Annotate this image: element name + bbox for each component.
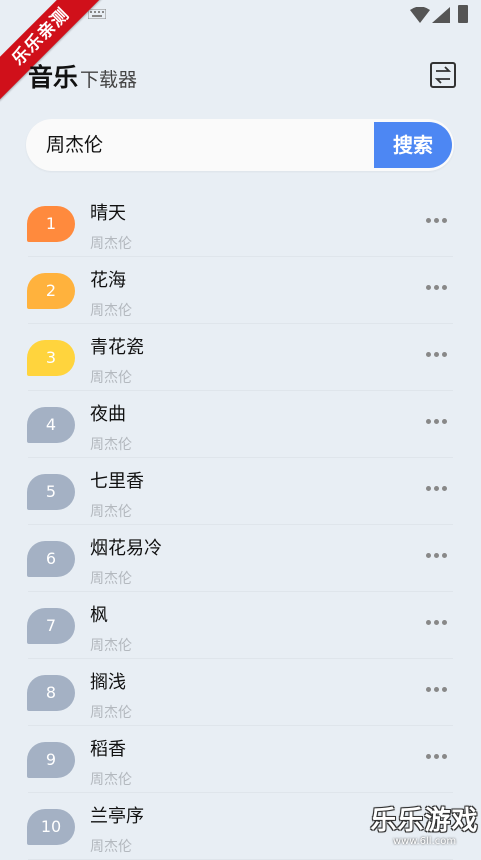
song-title: 枫 — [90, 605, 108, 626]
rank-badge: 1 — [27, 206, 75, 242]
more-icon[interactable] — [426, 754, 450, 762]
song-row[interactable]: 7 枫周杰伦 — [0, 592, 481, 659]
song-row[interactable]: 5 七里香周杰伦 — [0, 458, 481, 525]
song-title: 晴天 — [90, 203, 126, 224]
song-artist: 周杰伦 — [90, 839, 132, 855]
more-icon[interactable] — [426, 352, 450, 360]
signal-icon — [432, 7, 450, 23]
search-bar: 搜索 — [26, 119, 454, 171]
more-icon[interactable] — [426, 620, 450, 628]
song-artist: 周杰伦 — [90, 303, 132, 319]
wifi-icon — [410, 7, 430, 23]
search-button[interactable]: 搜索 — [374, 122, 452, 168]
rank-badge: 7 — [27, 608, 75, 644]
song-artist: 周杰伦 — [90, 437, 132, 453]
song-title: 花海 — [90, 270, 126, 291]
song-artist: 周杰伦 — [90, 705, 132, 721]
app-subtitle: 下载器 — [80, 69, 138, 91]
more-icon[interactable] — [426, 218, 450, 226]
more-icon[interactable] — [426, 285, 450, 293]
app-title: 音乐 — [28, 63, 79, 92]
keyboard-icon — [88, 9, 106, 19]
watermark-url: www.6ll.com — [392, 836, 457, 847]
song-row[interactable]: 9 稻香周杰伦 — [0, 726, 481, 793]
rank-badge: 6 — [27, 541, 75, 577]
song-row[interactable]: 1 晴天周杰伦 — [0, 190, 481, 257]
song-artist: 周杰伦 — [90, 571, 132, 587]
song-row[interactable]: 6 烟花易冷周杰伦 — [0, 525, 481, 592]
song-title: 夜曲 — [90, 404, 126, 425]
battery-icon — [458, 5, 468, 23]
song-artist: 周杰伦 — [90, 370, 132, 386]
watermark-text: 乐乐游戏 — [370, 806, 479, 836]
song-title: 烟花易冷 — [90, 538, 162, 559]
more-icon[interactable] — [426, 419, 450, 427]
rank-badge: 3 — [27, 340, 75, 376]
song-artist: 周杰伦 — [90, 638, 132, 654]
song-title: 搁浅 — [90, 672, 126, 693]
song-title: 兰亭序 — [90, 806, 144, 827]
song-artist: 周杰伦 — [90, 504, 132, 520]
rank-badge: 4 — [27, 407, 75, 443]
swap-icon — [434, 66, 452, 84]
song-title: 稻香 — [90, 739, 126, 760]
song-row[interactable]: 8 搁浅周杰伦 — [0, 659, 481, 726]
switch-button[interactable] — [430, 62, 456, 88]
song-artist: 周杰伦 — [90, 236, 132, 252]
song-row[interactable]: 3 青花瓷周杰伦 — [0, 324, 481, 391]
more-icon[interactable] — [426, 553, 450, 561]
song-title: 七里香 — [90, 471, 144, 492]
rank-badge: 2 — [27, 273, 75, 309]
song-title: 青花瓷 — [90, 337, 144, 358]
watermark-logo: 乐乐游戏 www.6ll.com — [368, 806, 481, 855]
rank-badge: 9 — [27, 742, 75, 778]
rank-badge: 10 — [27, 809, 75, 845]
rank-badge: 5 — [27, 474, 75, 510]
song-row[interactable]: 4 夜曲周杰伦 — [0, 391, 481, 458]
rank-badge: 8 — [27, 675, 75, 711]
more-icon[interactable] — [426, 687, 450, 695]
search-input[interactable] — [46, 119, 366, 171]
song-list: 1 晴天 周杰伦 2 花海 周杰伦 3 青花瓷 周杰伦 4 夜曲 周杰伦 5 七里香 周杰伦 6 烟花易冷 周杰伦… — [0, 190, 481, 860]
song-row[interactable]: 2 花海周杰伦 — [0, 257, 481, 324]
more-icon[interactable] — [426, 486, 450, 494]
app-header: 音乐 下载器 — [28, 58, 137, 98]
song-artist: 周杰伦 — [90, 772, 132, 788]
